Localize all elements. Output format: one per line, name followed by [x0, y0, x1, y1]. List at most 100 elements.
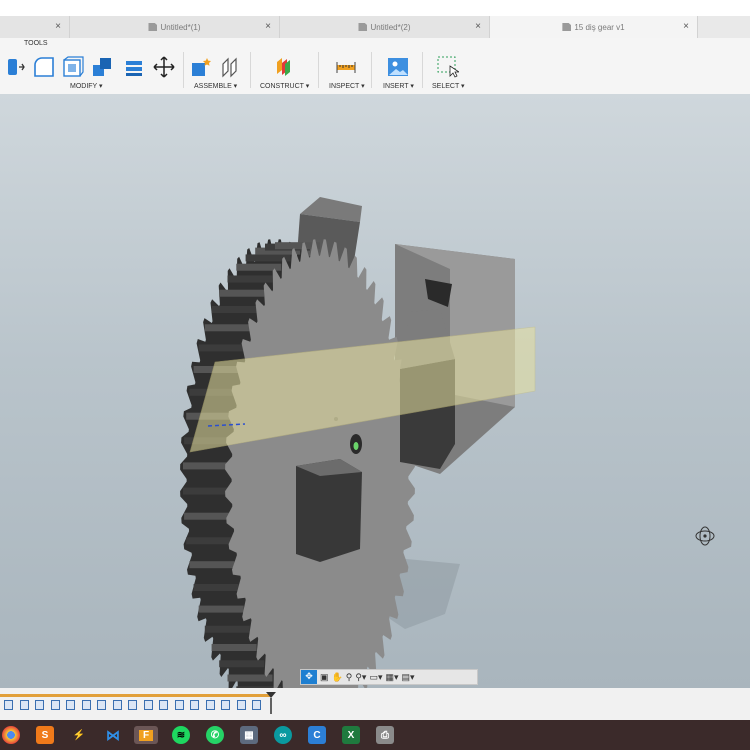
timeline-feature[interactable] — [35, 700, 44, 710]
joint-icon[interactable] — [220, 56, 242, 78]
timeline-feature[interactable] — [236, 700, 246, 710]
timeline-feature[interactable] — [4, 700, 13, 710]
gear-tooth-side — [211, 644, 257, 651]
timeline-feature[interactable] — [97, 700, 106, 710]
arduino-icon[interactable]: ∞ — [274, 726, 292, 744]
gear-tooth-side — [193, 584, 239, 591]
timeline-feature[interactable] — [252, 700, 261, 710]
tab-document-1[interactable]: Untitled*(1) × — [70, 16, 280, 38]
whatsapp-icon[interactable]: ✆ — [206, 726, 224, 744]
tab-label: Untitled*(2) — [370, 22, 411, 32]
gear-body — [180, 239, 415, 688]
document-icon — [358, 23, 368, 31]
window-select-icon[interactable] — [437, 56, 459, 78]
split-body-icon[interactable] — [123, 56, 145, 78]
insert-menu[interactable]: INSERT ▾ — [383, 82, 414, 90]
divider — [250, 52, 251, 88]
timeline-feature[interactable] — [128, 700, 137, 710]
toolbar: TOOLS MODIFY ▾ ASSEMBLE ▾ CONSTRUCT ▾ IN… — [0, 38, 750, 95]
divider — [371, 52, 372, 88]
document-icon — [148, 23, 158, 31]
taskbar: S ⚡ ⋈ F ≋ ✆ ▦ ∞ C X ⎙ — [0, 720, 750, 750]
timeline-feature[interactable] — [66, 700, 75, 710]
tab-document-0[interactable]: × — [0, 16, 70, 38]
fusion-letter: F — [138, 729, 154, 741]
display-settings-icon[interactable]: ▭▾ — [369, 671, 382, 683]
timeline-feature[interactable] — [112, 700, 122, 710]
timeline-feature[interactable] — [50, 700, 60, 710]
tab-document-active[interactable]: 15 diş gear v1 × — [490, 16, 698, 38]
calculator-icon[interactable]: ▦ — [240, 726, 258, 744]
press-pull-icon[interactable] — [4, 56, 26, 78]
construct-menu[interactable]: CONSTRUCT ▾ — [260, 82, 309, 90]
gear-tooth-side — [183, 487, 228, 495]
shell-icon[interactable] — [62, 56, 84, 78]
offset-plane-icon[interactable] — [273, 56, 295, 78]
timeline-feature[interactable] — [159, 700, 168, 710]
timeline-feature[interactable] — [143, 700, 153, 710]
new-component-icon[interactable] — [190, 56, 212, 78]
timeline-feature[interactable] — [221, 700, 230, 710]
close-icon[interactable]: × — [475, 21, 481, 32]
close-icon[interactable]: × — [683, 21, 689, 32]
fillet-icon[interactable] — [33, 56, 55, 78]
gear-tooth-side — [219, 660, 265, 668]
timeline — [0, 688, 750, 720]
printer-icon[interactable]: ⎙ — [376, 726, 394, 744]
look-at-icon[interactable]: ▣ — [320, 671, 329, 683]
orbit-cursor-icon — [695, 526, 715, 546]
tab-document-2[interactable]: Untitled*(2) × — [280, 16, 490, 38]
grid-icon[interactable]: ▦▾ — [385, 671, 398, 683]
gear-tooth-side — [211, 306, 257, 313]
canvas-viewport[interactable] — [0, 94, 750, 688]
insert-image-icon[interactable] — [387, 56, 409, 78]
timeline-feature[interactable] — [174, 700, 184, 710]
viewports-icon[interactable]: ▤▾ — [402, 671, 415, 683]
navigation-bar: ✥ ▣ ✋ ⚲ ⚲▾ ▭▾ ▦▾ ▤▾ — [300, 669, 478, 685]
document-icon — [562, 23, 572, 31]
gear-tooth-side — [204, 625, 250, 633]
timeline-marker-icon[interactable] — [266, 692, 276, 714]
orbit-icon[interactable]: ✥ — [301, 670, 317, 684]
gear-tooth-side — [189, 561, 235, 569]
assemble-menu[interactable]: ASSEMBLE ▾ — [194, 82, 237, 90]
store-icon[interactable]: ⚡ — [70, 726, 88, 744]
timeline-feature[interactable] — [19, 700, 29, 710]
fusion-icon[interactable]: F — [134, 726, 158, 744]
zoom-window-icon[interactable]: ⚲ — [346, 671, 353, 683]
measure-icon[interactable] — [335, 56, 357, 78]
close-icon[interactable]: × — [55, 21, 61, 32]
zoom-icon[interactable]: ⚲▾ — [355, 671, 366, 683]
model-render — [180, 197, 536, 688]
timeline-feature[interactable] — [205, 700, 215, 710]
tab-label: 15 diş gear v1 — [574, 22, 625, 32]
hub-marker — [353, 442, 359, 450]
gear-tooth-side — [184, 512, 230, 520]
sublime-icon[interactable]: S — [36, 726, 54, 744]
divider — [422, 52, 423, 88]
gear-tooth-side — [183, 462, 228, 470]
tools-tab-label[interactable]: TOOLS — [24, 40, 48, 47]
gear-tooth-side — [227, 275, 273, 283]
pan-icon[interactable]: ✋ — [332, 671, 343, 683]
divider — [318, 52, 319, 88]
combine-icon[interactable] — [91, 56, 113, 78]
timeline-track — [0, 694, 272, 697]
title-bar: × Untitled*(1) × Untitled*(2) × 15 diş g… — [0, 0, 750, 38]
gear-tooth-side — [198, 344, 244, 352]
inspect-menu[interactable]: INSPECT ▾ — [329, 82, 365, 90]
vscode-icon[interactable]: ⋈ — [104, 726, 122, 744]
select-menu[interactable]: SELECT ▾ — [432, 82, 465, 90]
chrome-icon[interactable] — [2, 726, 20, 744]
excel-icon[interactable]: X — [342, 726, 360, 744]
timeline-feature[interactable] — [81, 700, 91, 710]
spotify-icon[interactable]: ≋ — [172, 726, 190, 744]
tab-label: Untitled*(1) — [160, 22, 201, 32]
close-icon[interactable]: × — [265, 21, 271, 32]
divider — [183, 52, 184, 88]
gear-tooth-side — [198, 605, 244, 613]
ccleaner-icon[interactable]: C — [308, 726, 326, 744]
timeline-feature[interactable] — [190, 700, 199, 710]
modify-menu[interactable]: MODIFY ▾ — [70, 82, 103, 90]
move-icon[interactable] — [153, 56, 175, 78]
